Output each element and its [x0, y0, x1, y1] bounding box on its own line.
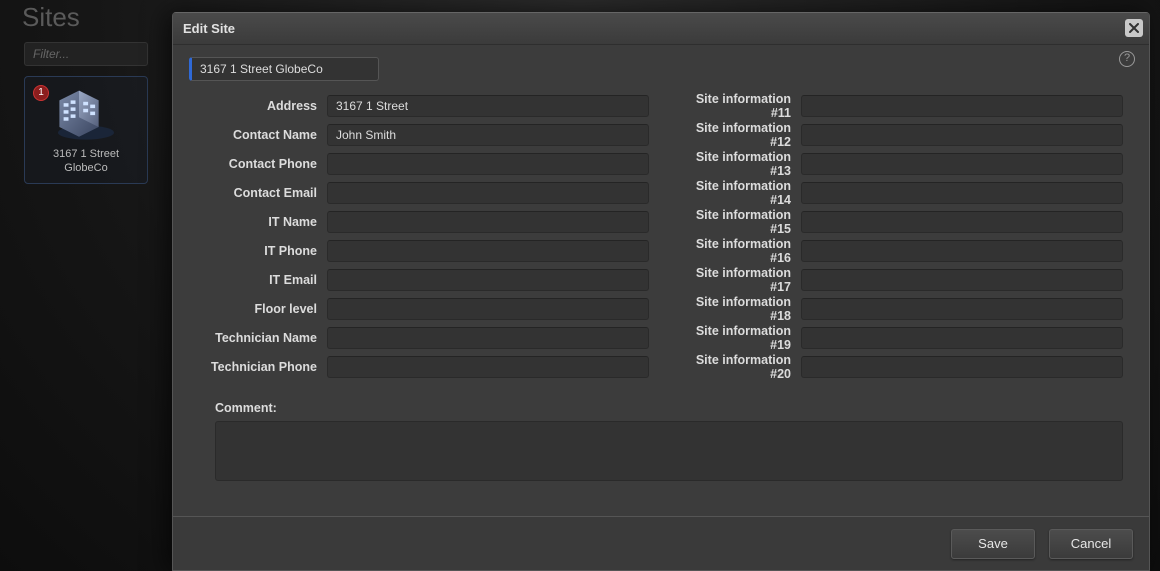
comment-label: Comment: — [215, 401, 1133, 415]
form-row: IT Name — [199, 211, 649, 233]
field-input-site-information-12[interactable] — [801, 124, 1123, 146]
field-input-site-information-19[interactable] — [801, 327, 1123, 349]
form-row: Address3167 1 Street — [199, 95, 649, 117]
field-label-site-information-17: Site information #17 — [673, 266, 801, 294]
filter-input[interactable]: Filter... — [24, 42, 148, 66]
field-input-contact-phone[interactable] — [327, 153, 649, 175]
close-icon — [1129, 23, 1139, 33]
form-row: Contact Phone — [199, 153, 649, 175]
form-row: Site information #20 — [673, 356, 1123, 378]
field-label-contact-email: Contact Email — [199, 186, 327, 200]
field-input-site-information-11[interactable] — [801, 95, 1123, 117]
field-input-technician-name[interactable] — [327, 327, 649, 349]
form-row: Site information #15 — [673, 211, 1123, 233]
field-label-site-information-20: Site information #20 — [673, 353, 801, 381]
field-input-it-phone[interactable] — [327, 240, 649, 262]
form-row: IT Phone — [199, 240, 649, 262]
field-input-floor-level[interactable] — [327, 298, 649, 320]
form-row: Technician Name — [199, 327, 649, 349]
field-label-site-information-13: Site information #13 — [673, 150, 801, 178]
site-card[interactable]: 1 — [24, 76, 148, 184]
form-row: Contact NameJohn Smith — [199, 124, 649, 146]
save-button[interactable]: Save — [951, 529, 1035, 559]
dialog-title: Edit Site — [183, 21, 235, 36]
form-row: Site information #18 — [673, 298, 1123, 320]
form-row: IT Email — [199, 269, 649, 291]
field-input-site-information-14[interactable] — [801, 182, 1123, 204]
field-label-it-email: IT Email — [199, 273, 327, 287]
right-column: Site information #11Site information #12… — [673, 95, 1123, 385]
field-label-site-information-15: Site information #15 — [673, 208, 801, 236]
field-label-it-name: IT Name — [199, 215, 327, 229]
dialog-header: Edit Site — [173, 13, 1149, 45]
form-row: Site information #12 — [673, 124, 1123, 146]
form-row: Technician Phone — [199, 356, 649, 378]
form-row: Site information #19 — [673, 327, 1123, 349]
field-label-site-information-16: Site information #16 — [673, 237, 801, 265]
field-input-contact-name[interactable]: John Smith — [327, 124, 649, 146]
form-row: Floor level — [199, 298, 649, 320]
field-label-site-information-11: Site information #11 — [673, 92, 801, 120]
building-icon — [50, 85, 122, 141]
field-input-site-information-15[interactable] — [801, 211, 1123, 233]
field-input-site-information-16[interactable] — [801, 240, 1123, 262]
site-card-name: 3167 1 Street GlobeCo — [25, 147, 147, 175]
field-input-technician-phone[interactable] — [327, 356, 649, 378]
field-input-it-name[interactable] — [327, 211, 649, 233]
field-input-site-information-13[interactable] — [801, 153, 1123, 175]
field-label-address: Address — [199, 99, 327, 113]
cancel-button[interactable]: Cancel — [1049, 529, 1133, 559]
field-label-site-information-14: Site information #14 — [673, 179, 801, 207]
field-input-site-information-18[interactable] — [801, 298, 1123, 320]
help-icon[interactable]: ? — [1119, 51, 1135, 67]
field-label-contact-name: Contact Name — [199, 128, 327, 142]
field-label-floor-level: Floor level — [199, 302, 327, 316]
form-row: Site information #14 — [673, 182, 1123, 204]
field-input-site-information-20[interactable] — [801, 356, 1123, 378]
form-row: Contact Email — [199, 182, 649, 204]
field-label-it-phone: IT Phone — [199, 244, 327, 258]
field-label-technician-name: Technician Name — [199, 331, 327, 345]
field-input-site-information-17[interactable] — [801, 269, 1123, 291]
field-label-site-information-19: Site information #19 — [673, 324, 801, 352]
form-row: Site information #17 — [673, 269, 1123, 291]
form-row: Site information #13 — [673, 153, 1123, 175]
alert-badge: 1 — [33, 85, 49, 101]
form-row: Site information #16 — [673, 240, 1123, 262]
field-label-site-information-18: Site information #18 — [673, 295, 801, 323]
site-name-chip[interactable]: 3167 1 Street GlobeCo — [189, 57, 379, 81]
field-label-contact-phone: Contact Phone — [199, 157, 327, 171]
field-input-contact-email[interactable] — [327, 182, 649, 204]
field-label-technician-phone: Technician Phone — [199, 360, 327, 374]
close-button[interactable] — [1125, 19, 1143, 37]
field-input-address[interactable]: 3167 1 Street — [327, 95, 649, 117]
edit-site-dialog: Edit Site ? 3167 1 Street GlobeCo Addres… — [172, 12, 1150, 571]
form-row: Site information #11 — [673, 95, 1123, 117]
page-title: Sites — [22, 2, 80, 33]
dialog-footer: Save Cancel — [173, 516, 1149, 570]
comment-input[interactable] — [215, 421, 1123, 481]
field-input-it-email[interactable] — [327, 269, 649, 291]
field-label-site-information-12: Site information #12 — [673, 121, 801, 149]
left-column: Address3167 1 StreetContact NameJohn Smi… — [199, 95, 649, 385]
